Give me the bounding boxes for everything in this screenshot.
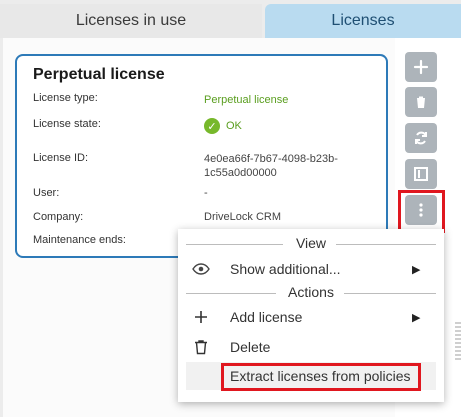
company-label: Company: <box>33 211 84 223</box>
menu-item-show-additional-label: Show additional... <box>230 261 341 277</box>
license-type-value: Perpetual license <box>204 94 289 106</box>
menu-item-delete-label: Delete <box>230 339 271 355</box>
menu-item-add-license[interactable]: Add license ▶ <box>186 303 436 331</box>
add-button[interactable] <box>405 52 437 82</box>
tab-licenses-in-use[interactable]: Licenses in use <box>0 4 262 38</box>
license-state-label: License state: <box>33 118 101 130</box>
menu-item-show-additional[interactable]: Show additional... ▶ <box>186 255 436 283</box>
menu-section-view: View <box>178 235 444 253</box>
company-value: DriveLock CRM <box>204 211 282 223</box>
refresh-button[interactable] <box>405 123 437 153</box>
menu-section-actions-label: Actions <box>288 284 334 300</box>
tab-licenses[interactable]: Licenses <box>265 4 461 38</box>
menu-item-delete[interactable]: Delete <box>186 333 436 361</box>
license-state-value: ✓ OK <box>204 118 242 134</box>
menu-section-view-label: View <box>295 235 327 251</box>
tab-bar: Licenses in use Licenses <box>0 0 461 38</box>
license-card[interactable]: Perpetual license License type: Perpetua… <box>15 54 388 258</box>
trash-icon <box>416 96 426 108</box>
plus-icon <box>413 59 429 75</box>
license-id-label: License ID: <box>33 152 89 164</box>
license-type-label: License type: <box>33 92 98 104</box>
refresh-icon <box>415 131 427 145</box>
chevron-right-icon: ▶ <box>412 263 421 276</box>
resize-grip[interactable] <box>455 322 461 362</box>
check-circle-icon: ✓ <box>204 118 220 134</box>
maintenance-ends-label: Maintenance ends: <box>33 234 126 246</box>
menu-item-add-license-label: Add license <box>230 309 303 325</box>
details-button[interactable] <box>405 159 437 189</box>
menu-section-actions: Actions <box>178 284 444 302</box>
extract-item-highlight <box>221 363 421 391</box>
eye-icon <box>192 263 210 275</box>
more-button-highlight <box>398 190 445 233</box>
plus-icon <box>195 311 207 323</box>
details-icon <box>414 167 428 181</box>
license-card-title: Perpetual license <box>33 66 165 83</box>
trash-icon <box>195 340 207 355</box>
chevron-right-icon: ▶ <box>412 311 421 324</box>
license-state-text: OK <box>226 119 242 132</box>
delete-button[interactable] <box>405 87 437 117</box>
license-id-value: 4e0ea66f-7b67-4098-b23b- 1c55a0d00000 <box>204 153 338 179</box>
user-value: - <box>204 187 208 199</box>
user-label: User: <box>33 187 60 199</box>
